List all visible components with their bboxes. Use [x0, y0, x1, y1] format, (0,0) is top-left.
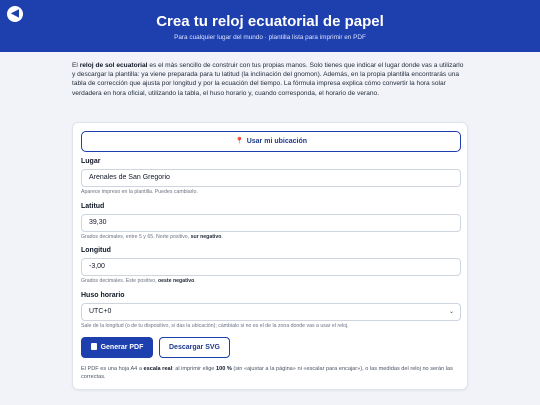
latitude-hint: Grados decimales, entre 5 y 65. Norte po…: [81, 234, 223, 240]
timezone-select[interactable]: UTC+0 ⌄: [81, 303, 461, 321]
timezone-value: UTC+0: [89, 308, 112, 315]
header-banner: ◀ Crea tu reloj ecuatorial de papel Para…: [0, 0, 540, 52]
arrow-left-icon: ◀: [11, 8, 19, 19]
longitude-hint: Grados decimales. Este positivo, oeste n…: [81, 278, 196, 284]
page-subtitle: Para cualquier lugar del mundo · plantil…: [174, 34, 366, 41]
form-card: 📍 Usar mi ubicación Lugar Arenales de San…: [72, 122, 468, 390]
page-title: Crea tu reloj ecuatorial de papel: [156, 13, 384, 30]
print-note-bold2: 100 %: [215, 366, 232, 372]
latitude-input[interactable]: 39,30: [81, 214, 461, 232]
use-location-button[interactable]: 📍 Usar mi ubicación: [81, 131, 461, 152]
intro-lead: El: [72, 62, 80, 69]
place-hint: Aparece impreso en la plantilla. Puedes …: [81, 189, 198, 195]
longitude-label: Longitud: [81, 247, 111, 254]
back-button[interactable]: ◀: [7, 6, 23, 22]
intro-bold: reloj de sol ecuatorial: [79, 62, 148, 69]
latitude-hint-end: .: [221, 234, 223, 240]
generate-pdf-button[interactable]: Generar PDF: [81, 337, 153, 358]
print-note-mid: : al imprimir elige: [172, 366, 216, 372]
place-label: Lugar: [81, 158, 101, 165]
longitude-hint-end: .: [194, 278, 196, 284]
timezone-label: Huso horario: [81, 292, 125, 299]
pin-icon: 📍: [234, 138, 244, 145]
print-note: El PDF es una hoja A4 a escala real: al …: [81, 365, 461, 381]
print-note-bold1: escala real: [143, 366, 173, 372]
document-icon: [90, 343, 97, 350]
generate-pdf-label: Generar PDF: [100, 344, 144, 351]
latitude-hint-bold: sur negativo: [190, 234, 222, 240]
place-input[interactable]: Arenales de San Gregorio: [81, 169, 461, 187]
use-location-label: Usar mi ubicación: [246, 138, 307, 145]
latitude-label: Latitud: [81, 203, 105, 210]
download-svg-button[interactable]: Descargar SVG: [159, 337, 230, 358]
longitude-input[interactable]: -3,00: [81, 258, 461, 276]
print-note-lead: El PDF es una hoja A4 a: [81, 366, 144, 372]
longitude-hint-bold: oeste negativo: [157, 278, 195, 284]
chevron-down-icon: ⌄: [448, 309, 454, 315]
intro-paragraph: El reloj de sol ecuatorial es el más sen…: [72, 61, 468, 98]
timezone-hint: Sale de la longitud (o de tu dispositivo…: [81, 323, 349, 329]
longitude-hint-text: Grados decimales. Este positivo,: [81, 278, 158, 284]
latitude-hint-text: Grados decimales, entre 5 y 65. Norte po…: [81, 234, 191, 240]
